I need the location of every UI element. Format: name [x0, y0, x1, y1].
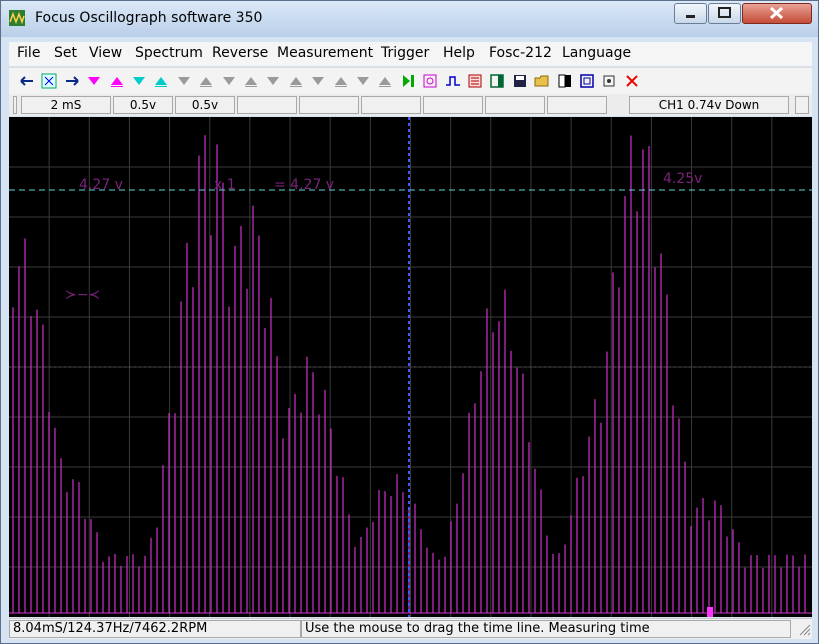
panel-icon[interactable] — [487, 71, 507, 91]
trigger-down-gray-icon[interactable] — [174, 71, 194, 91]
trigger-down-magenta-icon[interactable] — [84, 71, 104, 91]
menu-language[interactable]: Language — [562, 45, 631, 61]
close-button[interactable] — [742, 3, 812, 24]
status-hint: Use the mouse to drag the time line. Mea… — [301, 620, 791, 638]
empty-field-2 — [299, 96, 359, 114]
resize-grip-icon[interactable] — [797, 622, 811, 636]
trigger-up-gray-icon[interactable] — [331, 71, 351, 91]
cursor-eq-label: = 4.27 v — [274, 177, 334, 193]
arrow-left-icon[interactable] — [17, 71, 37, 91]
oscilloscope-display[interactable]: 4.27 v x 1 = 4.27 v 4.25v ≻−≺ — [9, 117, 812, 617]
status-measurement: 8.04mS/124.37Hz/7462.2RPM — [9, 620, 301, 638]
list-icon[interactable] — [465, 71, 485, 91]
cursor-mid-label: x 1 — [214, 177, 236, 193]
trigger-down-gray-icon[interactable] — [308, 71, 328, 91]
ch1-volts-field[interactable]: 0.5v — [113, 96, 173, 114]
measure-icon[interactable] — [420, 71, 440, 91]
minimize-button[interactable] — [674, 3, 707, 24]
menu-bar: File Set View Spectrum Reverse Measureme… — [9, 42, 812, 66]
trigger-position-marker[interactable] — [707, 607, 713, 617]
trigger-down-gray-icon[interactable] — [263, 71, 283, 91]
toolbar — [9, 67, 812, 94]
trigger-down-cyan-icon[interactable] — [129, 71, 149, 91]
menu-file[interactable]: File — [17, 45, 40, 61]
arrow-right-icon[interactable] — [62, 71, 82, 91]
menu-help[interactable]: Help — [443, 45, 475, 61]
maximize-button[interactable] — [708, 3, 741, 24]
menu-fosc-212[interactable]: Fosc-212 — [489, 45, 552, 61]
menu-trigger[interactable]: Trigger — [381, 45, 429, 61]
title-bar[interactable]: Focus Oscillograph software 350 — [1, 1, 818, 37]
empty-field-1 — [237, 96, 297, 114]
empty-field-4 — [423, 96, 483, 114]
field-spacer — [13, 96, 17, 114]
maximize-icon — [718, 7, 731, 18]
trigger-down-gray-icon[interactable] — [353, 71, 373, 91]
empty-field-3 — [361, 96, 421, 114]
contrast-icon[interactable] — [555, 71, 575, 91]
empty-field-6 — [547, 96, 607, 114]
settings-icon[interactable] — [599, 71, 619, 91]
waveform-pulses — [12, 135, 806, 613]
empty-field-5 — [485, 96, 545, 114]
open-folder-icon[interactable] — [532, 71, 552, 91]
screen-icon[interactable] — [577, 71, 597, 91]
channel-marker[interactable]: ≻−≺ — [65, 287, 100, 303]
trigger-up-gray-icon[interactable] — [375, 71, 395, 91]
window-title: Focus Oscillograph software 350 — [35, 10, 263, 26]
trigger-up-magenta-icon[interactable] — [107, 71, 127, 91]
timebase-field[interactable]: 2 mS — [21, 96, 111, 114]
status-bar: 8.04mS/124.37Hz/7462.2RPM Use the mouse … — [9, 618, 812, 639]
minimize-icon — [686, 15, 695, 18]
trigger-status-field: CH1 0.74v Down — [629, 96, 789, 114]
cursor-box-icon[interactable] — [39, 71, 59, 91]
cursor-right-label: 4.25v — [663, 171, 702, 187]
pulse-icon[interactable] — [443, 71, 463, 91]
settings-row: 2 mS 0.5v 0.5v CH1 0.74v Down — [9, 94, 812, 116]
cursor-left-label: 4.27 v — [79, 177, 123, 193]
run-icon[interactable] — [398, 71, 418, 91]
field-end — [795, 96, 809, 114]
trigger-up-cyan-icon[interactable] — [151, 71, 171, 91]
menu-set[interactable]: Set — [54, 45, 77, 61]
menu-measurement[interactable]: Measurement — [277, 45, 373, 61]
trigger-up-gray-icon[interactable] — [286, 71, 306, 91]
ch2-volts-field[interactable]: 0.5v — [175, 96, 235, 114]
save-icon[interactable] — [510, 71, 530, 91]
menu-reverse[interactable]: Reverse — [212, 45, 268, 61]
menu-spectrum[interactable]: Spectrum — [135, 45, 203, 61]
menu-view[interactable]: View — [89, 45, 122, 61]
close-icon — [769, 6, 784, 20]
trigger-up-gray-icon[interactable] — [241, 71, 261, 91]
app-window: Focus Oscillograph software 350 File Set… — [0, 0, 819, 644]
trigger-down-gray-icon[interactable] — [219, 71, 239, 91]
trigger-up-gray-icon[interactable] — [196, 71, 216, 91]
waveform-plot[interactable]: 4.27 v x 1 = 4.27 v 4.25v ≻−≺ — [9, 117, 812, 617]
app-logo-icon — [9, 10, 25, 26]
close-x-icon[interactable] — [622, 71, 642, 91]
